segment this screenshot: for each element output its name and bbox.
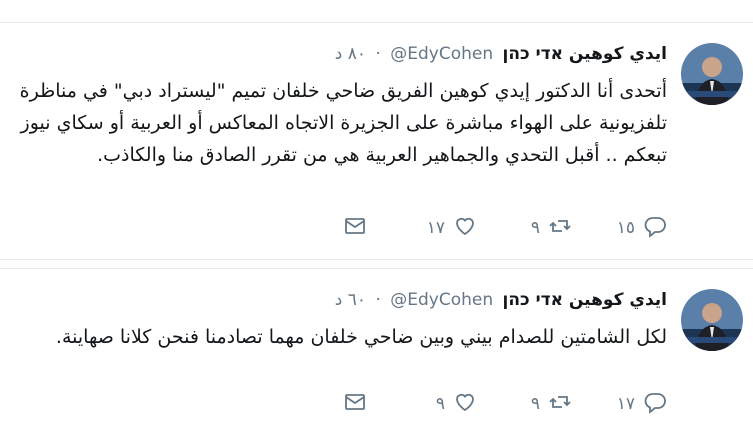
retweet-icon: [548, 214, 572, 243]
author-name[interactable]: ايدي كوهين אדי כהן: [503, 290, 667, 310]
author-handle[interactable]: @EdyCohen: [390, 290, 493, 310]
tweet-header: ايدي كوهين אדי כהן @EdyCohen · ٦٠ د: [17, 287, 667, 313]
author-handle[interactable]: @EdyCohen: [390, 44, 493, 64]
tweet-header: ايدي كوهين אדי כהן @EdyCohen · ٨٠ د: [17, 41, 667, 67]
tweet-time[interactable]: ٨٠ د: [335, 44, 366, 64]
tweet[interactable]: ايدي كوهين אדי כהן @EdyCohen · ٨٠ د أتحد…: [0, 22, 753, 260]
reply-icon: [643, 214, 667, 243]
retweet-button[interactable]: ٩: [531, 389, 572, 419]
separator-dot: ·: [375, 44, 381, 64]
like-button[interactable]: ١٧: [427, 213, 477, 243]
like-button[interactable]: ٩: [436, 389, 477, 419]
mail-icon: [343, 390, 367, 419]
tweet-actions: ١٧ ٩ ٩: [287, 389, 667, 419]
mail-icon: [343, 214, 367, 243]
tweet-actions: ١٥ ٩ ١٧: [287, 213, 667, 243]
retweet-count: ٩: [530, 394, 540, 414]
heart-icon: [453, 214, 477, 243]
reply-icon: [643, 390, 667, 419]
tweet-text: لكل الشامتين للصدام بيني وبين ضاحي خلفان…: [55, 326, 667, 348]
avatar[interactable]: [681, 289, 743, 351]
reply-count: ١٥: [616, 218, 635, 238]
reply-count: ١٧: [616, 394, 635, 414]
avatar[interactable]: [681, 43, 743, 105]
retweet-icon: [548, 390, 572, 419]
retweet-count: ٩: [530, 218, 540, 238]
direct-message-button[interactable]: [343, 213, 367, 243]
like-count: ٩: [435, 394, 445, 414]
retweet-button[interactable]: ٩: [531, 213, 572, 243]
direct-message-button[interactable]: [343, 389, 367, 419]
tweet-text: أتحدى أنا الدكتور إيدي كوهين الفريق ضاحي…: [19, 80, 667, 166]
heart-icon: [453, 390, 477, 419]
author-name[interactable]: ايدي كوهين אדי כהן: [503, 44, 667, 64]
reply-button[interactable]: ١٧: [617, 389, 667, 419]
separator-dot: ·: [375, 290, 381, 310]
like-count: ١٧: [426, 218, 445, 238]
reply-button[interactable]: ١٥: [617, 213, 667, 243]
tweet[interactable]: ايدي كوهين אדי כהן @EdyCohen · ٦٠ د لكل …: [0, 268, 753, 448]
tweet-time[interactable]: ٦٠ د: [335, 290, 366, 310]
